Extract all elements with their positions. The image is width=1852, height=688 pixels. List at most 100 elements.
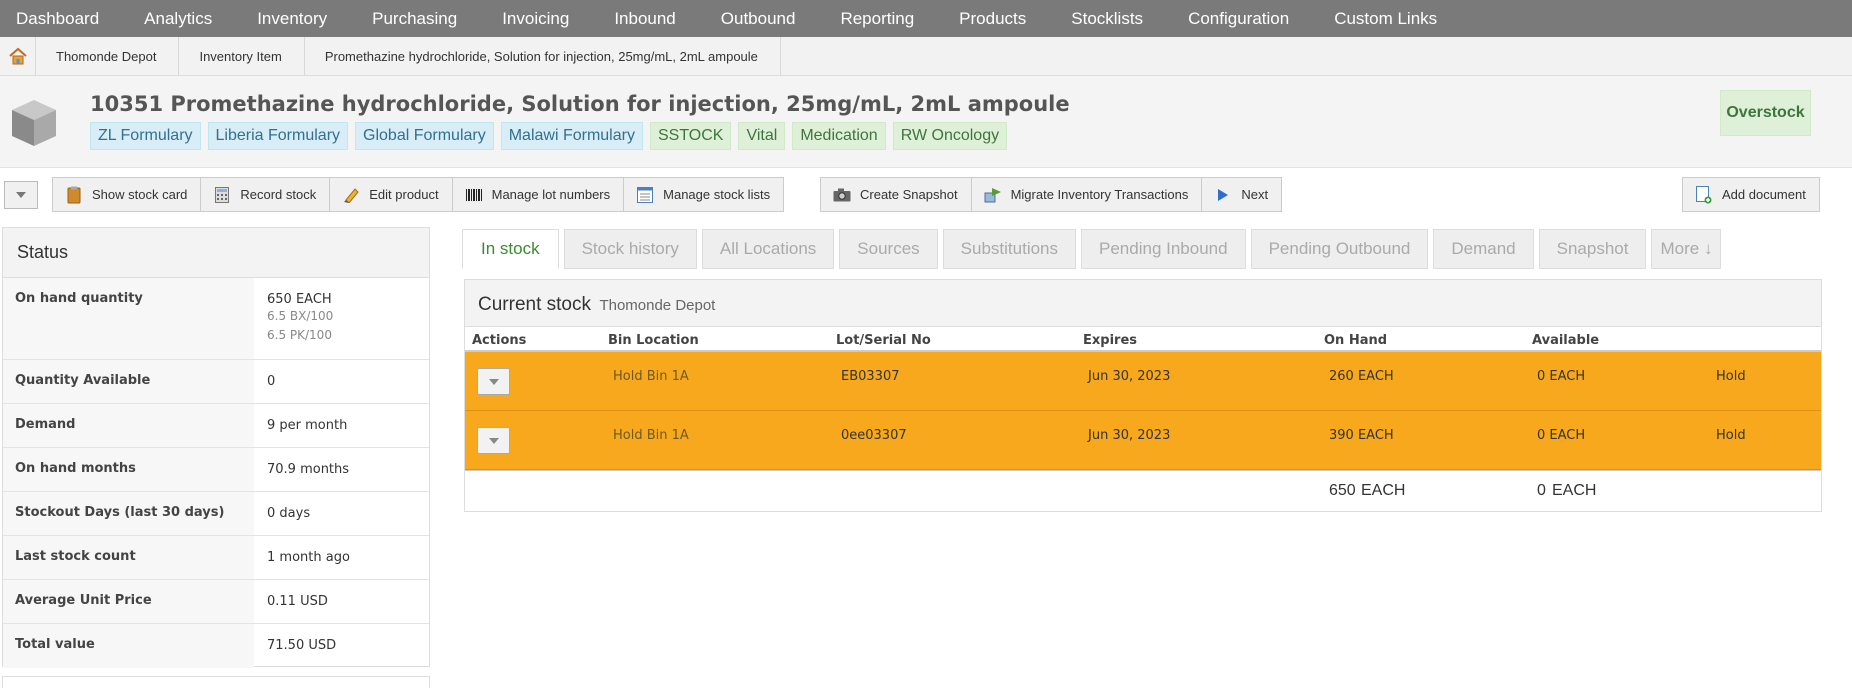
status-value: 71.50 USD [267,638,337,653]
tab-demand[interactable]: Demand [1433,229,1534,269]
chevron-down-icon [488,437,499,444]
migrate-inventory-button[interactable]: Migrate Inventory Transactions [972,178,1203,211]
tab-in-stock[interactable]: In stock [462,229,559,269]
stock-location: Thomonde Depot [599,297,716,314]
total-available-qty: 0 [1537,482,1546,499]
col-lot: Lot/Serial No [836,333,931,348]
record-stock-button[interactable]: Record stock [201,178,331,211]
stock-title: Current stock [478,294,591,315]
tag-zl-formulary[interactable]: ZL Formulary [90,122,201,150]
status-row: Stockout Days (last 30 days) 0 days [3,492,429,536]
calculator-icon [213,186,231,204]
total-available-unit: EACH [1552,482,1597,499]
col-available: Available [1532,333,1600,348]
play-arrow-icon [1214,186,1232,204]
table-row: Hold Bin 1A EB03307 Jun 30, 2023 260 EAC… [465,352,1821,411]
home-icon[interactable] [0,36,36,76]
status-label: Last stock count [3,536,254,579]
status-row: Last stock count 1 month ago [3,536,429,580]
nav-analytics[interactable]: Analytics [144,9,212,29]
tag-sstock[interactable]: SSTOCK [649,122,732,150]
nav-dashboard[interactable]: Dashboard [16,9,99,29]
tag-global-formulary[interactable]: Global Formulary [355,122,494,150]
cell-status: Hold [1716,369,1746,384]
nav-stocklists[interactable]: Stocklists [1071,9,1143,29]
status-subvalue: 6.5 BX/100 [267,309,334,323]
product-box-icon [10,98,58,148]
nav-products[interactable]: Products [959,9,1026,29]
tab-sources[interactable]: Sources [839,229,938,269]
status-title: Status [3,228,429,278]
cell-on-hand: 390 EACH [1329,428,1394,443]
status-value: 650 EACH [267,292,332,307]
actions-dropdown-button[interactable] [4,181,38,209]
nav-purchasing[interactable]: Purchasing [372,9,457,29]
show-stock-card-button[interactable]: Show stock card [53,178,202,211]
stock-panel-header: Current stock Thomonde Depot [465,280,1821,327]
next-button[interactable]: Next [1202,178,1281,211]
add-document-icon [1695,185,1713,204]
tab-pending-inbound[interactable]: Pending Inbound [1081,229,1246,269]
migrate-icon [984,186,1002,204]
status-row: On hand months 70.9 months [3,448,429,492]
total-on-hand-unit: EACH [1361,482,1406,499]
barcode-icon [464,186,483,204]
manage-lot-numbers-button[interactable]: Manage lot numbers [453,178,625,211]
tab-stock-history[interactable]: Stock history [563,229,697,269]
status-label: Average Unit Price [3,580,254,623]
tag-malawi-formulary[interactable]: Malawi Formulary [500,122,643,150]
nav-reporting[interactable]: Reporting [840,9,914,29]
row-actions-button[interactable] [477,427,510,454]
tag-liberia-formulary[interactable]: Liberia Formulary [207,122,349,150]
tag-vital[interactable]: Vital [738,122,786,150]
cell-bin[interactable]: Hold Bin 1A [613,428,689,443]
product-title: 10351 Promethazine hydrochloride, Soluti… [90,92,1070,116]
tab-snapshot[interactable]: Snapshot [1538,229,1647,269]
document-actions-group: Add document [1682,177,1820,212]
product-actions-group: Show stock card Record stock Edit produc… [52,177,785,212]
nav-custom-links[interactable]: Custom Links [1334,9,1437,29]
manage-stock-lists-button[interactable]: Manage stock lists [624,178,783,211]
cell-bin[interactable]: Hold Bin 1A [613,369,689,384]
status-row: Demand 9 per month [3,404,429,448]
camera-icon [833,186,851,204]
cell-on-hand: 260 EACH [1329,369,1394,384]
status-row: On hand quantity 650 EACH 6.5 BX/100 6.5… [3,278,429,360]
add-document-button[interactable]: Add document [1683,178,1819,211]
status-badge: Overstock [1720,90,1811,136]
row-actions-button[interactable] [477,368,510,395]
status-value: 0.11 USD [267,594,328,609]
total-on-hand-qty: 650 [1329,482,1356,499]
breadcrumb-product[interactable]: Promethazine hydrochloride, Solution for… [305,36,781,76]
nav-configuration[interactable]: Configuration [1188,9,1289,29]
status-label: Stockout Days (last 30 days) [3,492,254,535]
status-panel: Status On hand quantity 650 EACH 6.5 BX/… [2,227,430,668]
status-label: Demand [3,404,254,447]
tag-rw-oncology[interactable]: RW Oncology [892,122,1008,150]
breadcrumb-inventory-item[interactable]: Inventory Item [179,36,305,76]
edit-product-button[interactable]: Edit product [330,178,453,211]
tab-more[interactable]: More ↓ [1651,229,1722,269]
pencil-icon [342,186,360,204]
tab-pending-outbound[interactable]: Pending Outbound [1250,229,1429,269]
top-nav: Dashboard Analytics Inventory Purchasing… [0,0,1852,37]
status-row: Total value 71.50 USD [3,624,429,668]
create-snapshot-button[interactable]: Create Snapshot [821,178,972,211]
product-tags: ZL Formulary Liberia Formulary Global Fo… [90,122,1014,150]
breadcrumb-location[interactable]: Thomonde Depot [36,36,180,76]
status-label: Total value [3,624,254,668]
list-icon [636,186,654,204]
product-header: 10351 Promethazine hydrochloride, Soluti… [0,76,1852,168]
nav-inbound[interactable]: Inbound [614,9,675,29]
status-value: 70.9 months [267,462,350,477]
nav-inventory[interactable]: Inventory [257,9,327,29]
nav-outbound[interactable]: Outbound [721,9,796,29]
tag-medication[interactable]: Medication [792,122,886,150]
tab-substitutions[interactable]: Substitutions [942,229,1077,269]
tab-all-locations[interactable]: All Locations [701,229,835,269]
status-subvalue: 6.5 PK/100 [267,328,332,342]
nav-invoicing[interactable]: Invoicing [502,9,569,29]
cell-available: 0 EACH [1537,369,1586,384]
status-value: 0 [267,374,276,389]
status-row: Average Unit Price 0.11 USD [3,580,429,624]
